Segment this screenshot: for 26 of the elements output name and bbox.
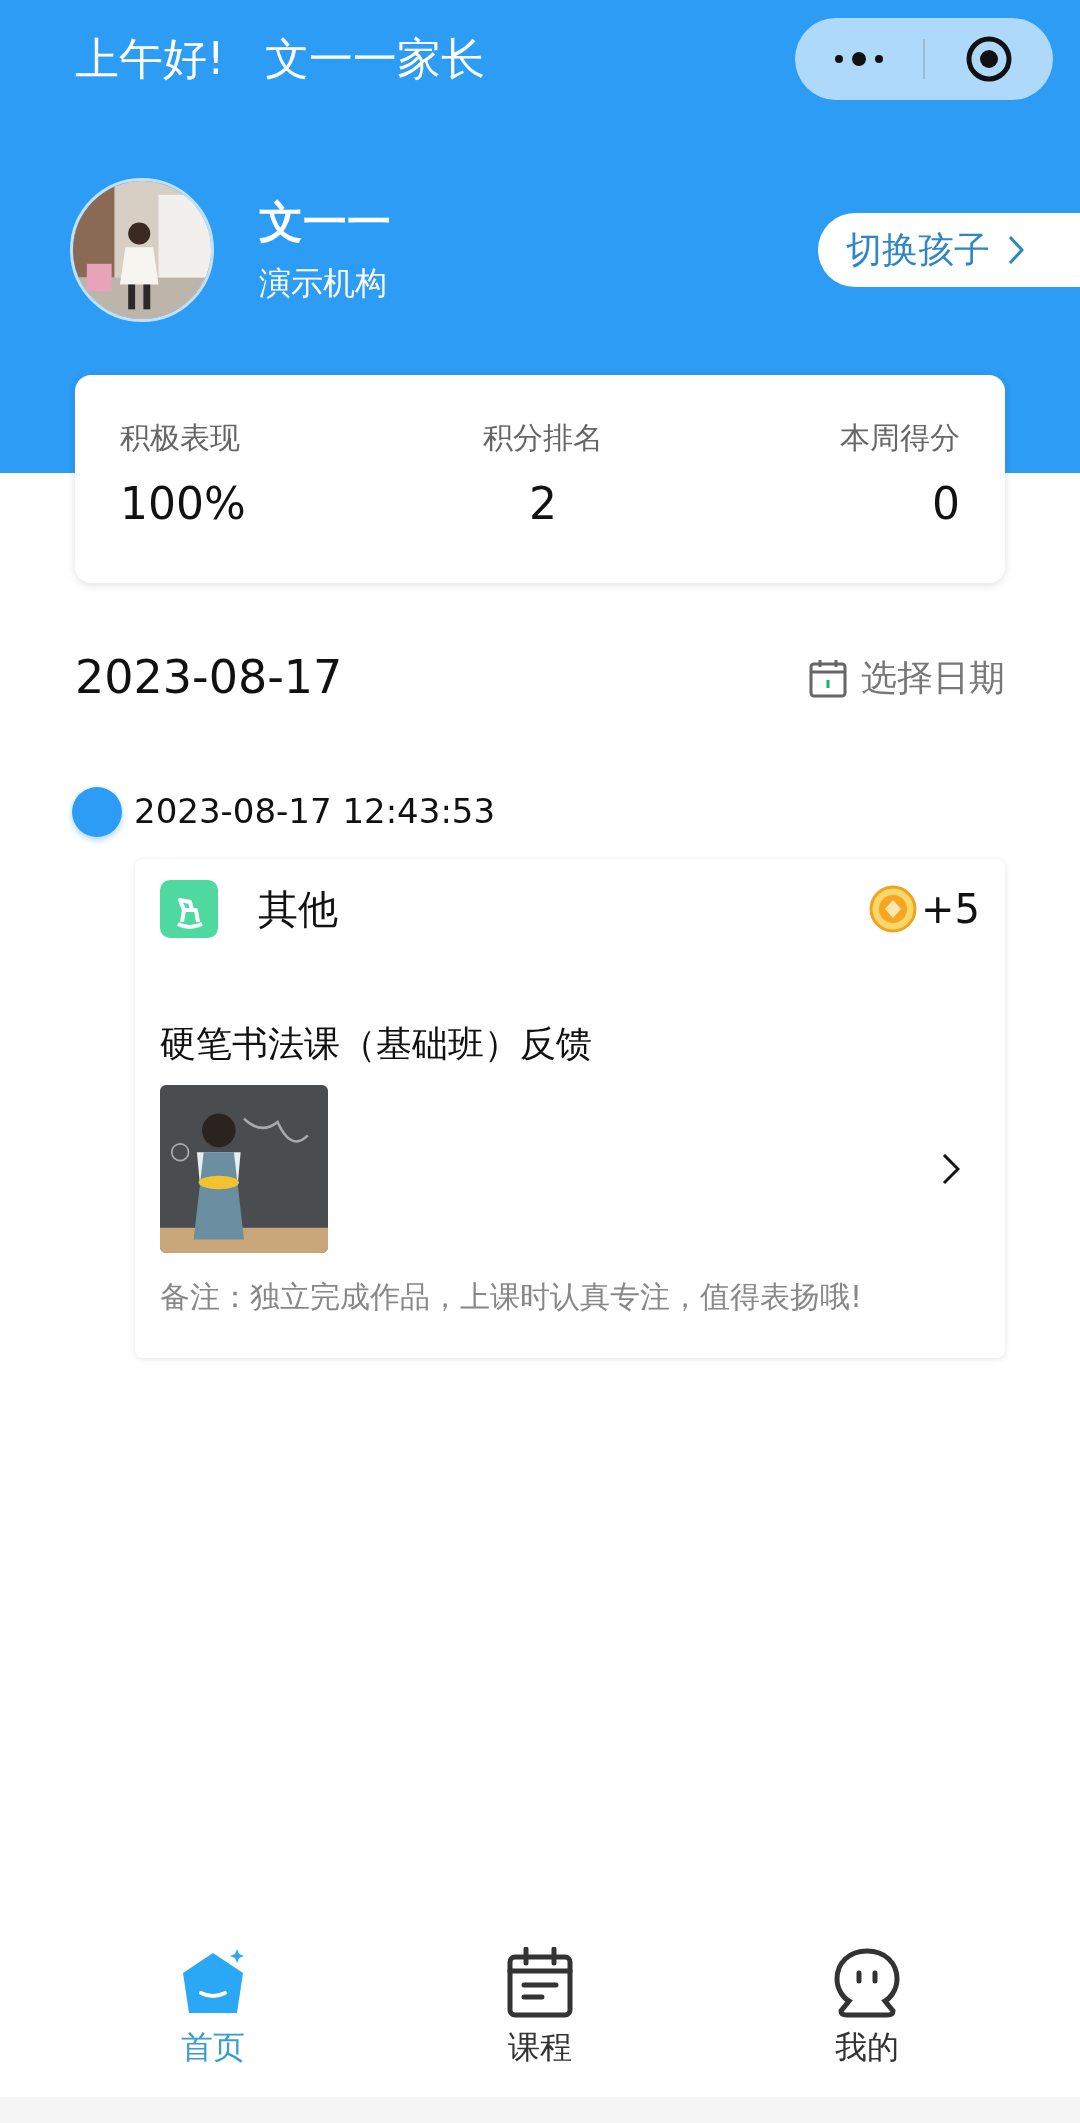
- select-date-button[interactable]: 选择日期: [809, 650, 1005, 705]
- parent-name: 文一一家长: [264, 32, 485, 86]
- stat-value: 2: [528, 482, 557, 526]
- coin-icon: [869, 885, 918, 933]
- stat-value: 0: [932, 482, 960, 526]
- child-name: 文一一: [259, 194, 391, 249]
- record-time: 2023-08-17 12:43:53: [134, 790, 496, 833]
- record-card[interactable]: 其他 +5 硬笔书法课（基础班）反馈 备注：独立完成作品，上课时认真专注，值得表扬哦!: [135, 859, 1005, 1358]
- organization: 演示机构: [259, 262, 388, 304]
- record-note: 备注：独立完成作品，上课时认真专注，值得表扬哦!: [160, 1278, 864, 1316]
- stat-label: 积极表现: [120, 419, 240, 457]
- calendar-icon: [809, 657, 847, 698]
- switch-child-button[interactable]: 切换孩子: [818, 213, 1080, 287]
- current-date: 2023-08-17: [75, 649, 343, 706]
- stat-value: 100%: [120, 482, 246, 526]
- tab[interactable]: 课程: [460, 1947, 620, 2071]
- record-category: 其他: [258, 885, 338, 934]
- stat-label: 积分排名: [482, 419, 603, 457]
- chevron-right-icon: [942, 1153, 960, 1185]
- record-title: 硬笔书法课（基础班）反馈: [160, 1022, 593, 1066]
- target-icon: [965, 35, 1013, 83]
- chevron-right-icon: [1008, 235, 1024, 265]
- greeting: 上午好!: [75, 32, 225, 86]
- stat-label: 本周得分: [840, 419, 960, 457]
- points: +5: [921, 885, 980, 934]
- tab[interactable]: 我的: [786, 1947, 947, 2071]
